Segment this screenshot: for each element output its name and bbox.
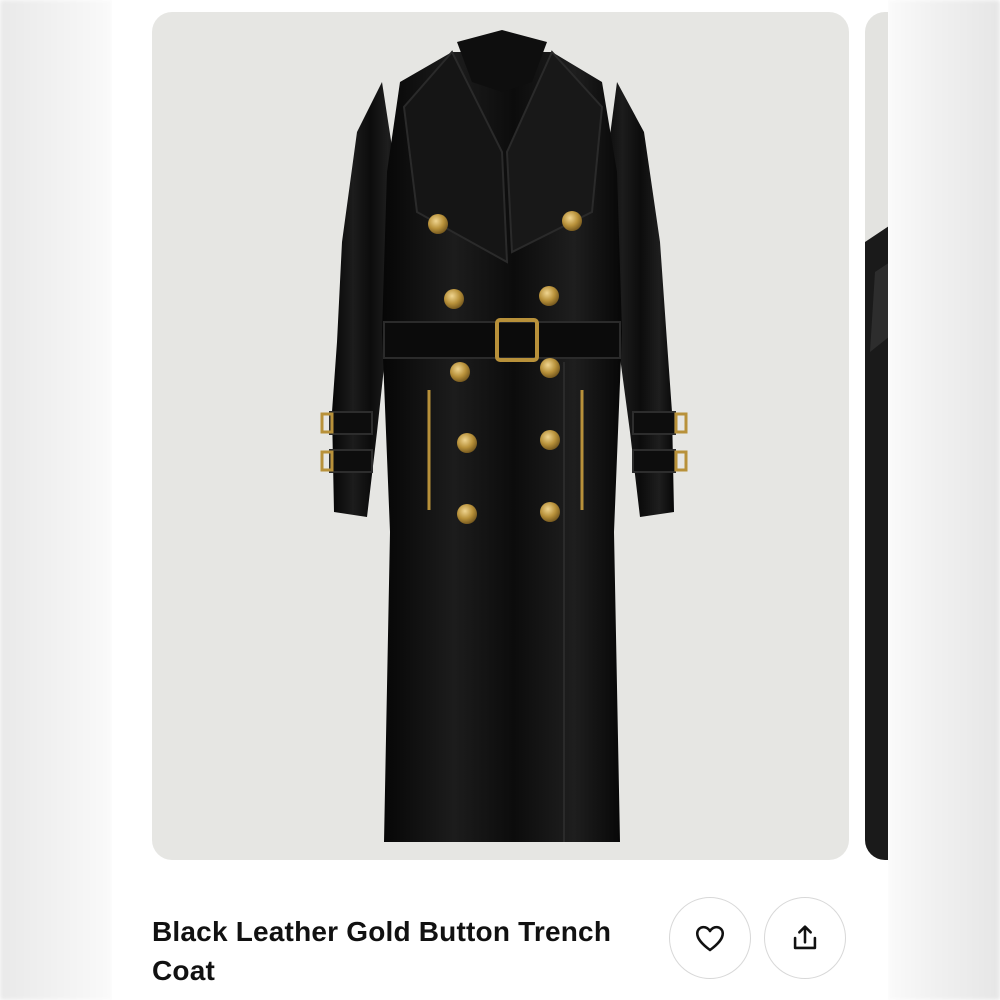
- share-button[interactable]: [764, 897, 846, 979]
- left-blur-margin: [0, 0, 112, 1000]
- right-blur-margin: [888, 0, 1000, 1000]
- next-product-image-card[interactable]: [865, 12, 888, 860]
- like-button[interactable]: [669, 897, 751, 979]
- product-page: Black Leather Gold Button Trench Coat: [112, 0, 888, 1000]
- product-title: Black Leather Gold Button Trench Coat: [152, 916, 612, 986]
- heart-icon: [695, 925, 725, 952]
- coat-product-image: [320, 30, 688, 842]
- product-image-card[interactable]: [152, 12, 849, 860]
- share-icon: [793, 925, 817, 950]
- next-image-preview: [865, 226, 888, 860]
